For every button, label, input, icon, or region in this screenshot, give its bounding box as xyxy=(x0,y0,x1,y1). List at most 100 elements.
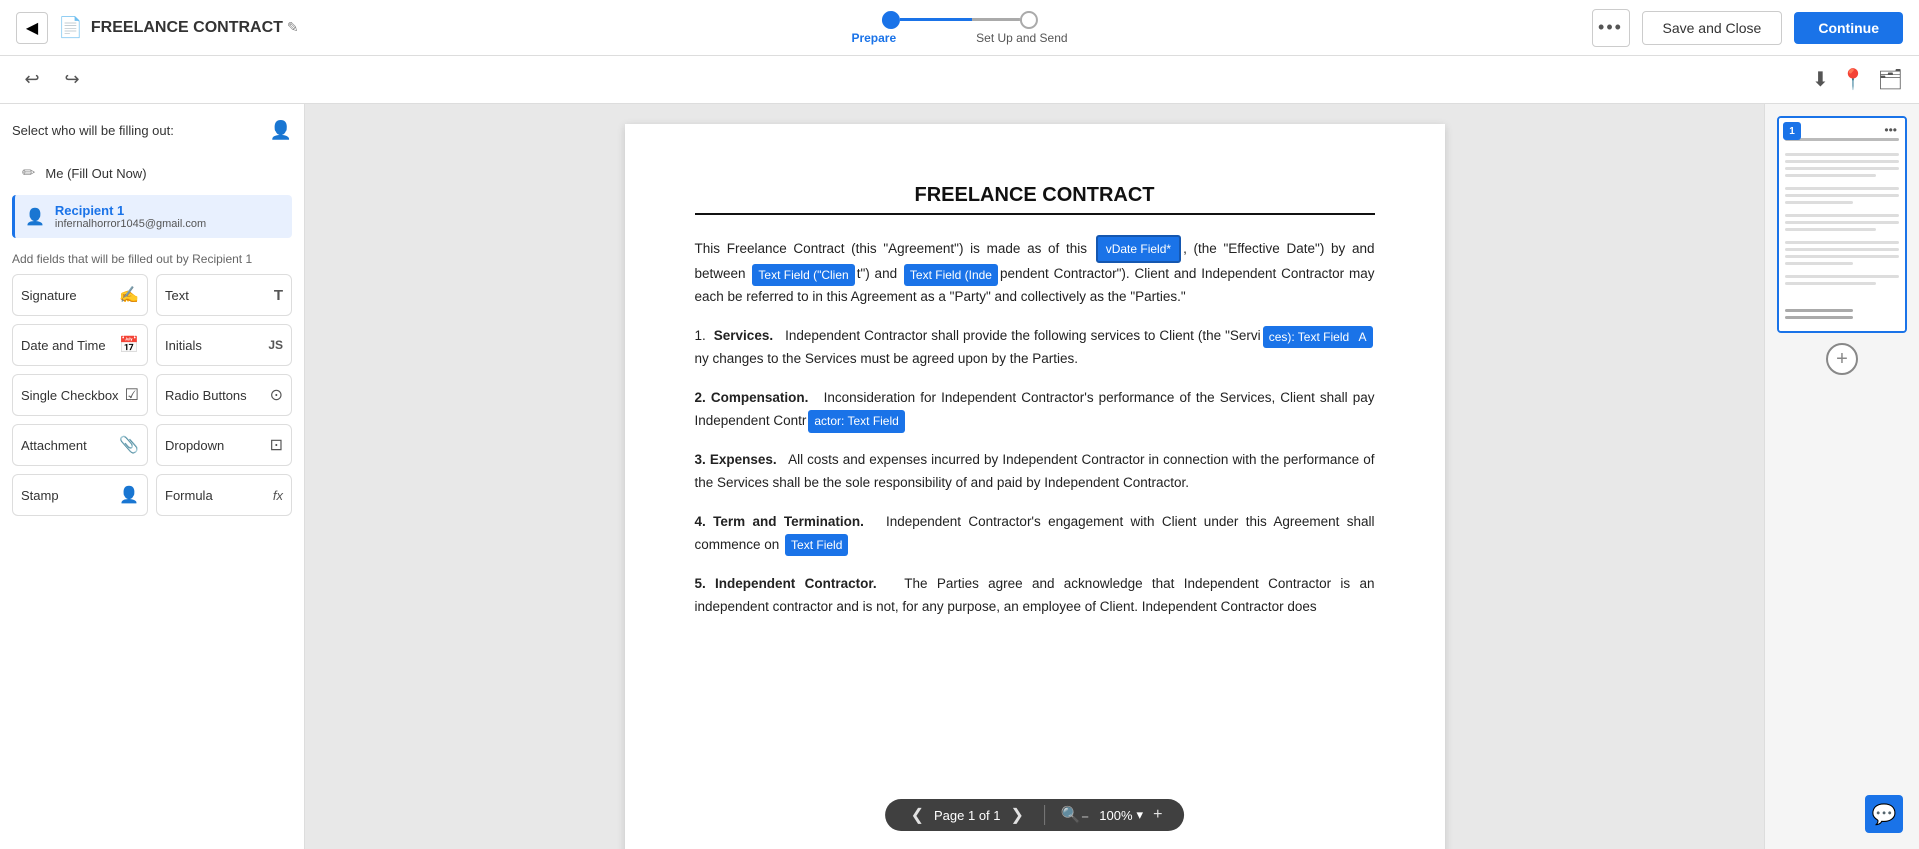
recipient-item[interactable]: 👤 Recipient 1 infernalhorror1045@gmail.c… xyxy=(12,195,292,238)
steps-labels: Prepare Set Up and Send xyxy=(851,31,1067,45)
thumbnail-preview xyxy=(1785,138,1898,323)
thumbnail-card[interactable]: 1 ••• xyxy=(1777,116,1907,333)
dropdown-icon: ⊡ xyxy=(270,435,283,455)
para-intro: This Freelance Contract (this "Agreement… xyxy=(695,235,1375,309)
select-who-icon[interactable]: 👤 xyxy=(270,120,292,141)
field-dropdown[interactable]: Dropdown ⊡ xyxy=(156,424,292,466)
toolbar2-right: ⬇ 📍 🗂 xyxy=(1812,67,1903,92)
radio-icon: ⊙ xyxy=(270,385,283,405)
add-page-button[interactable]: + xyxy=(1826,343,1858,375)
steps-row xyxy=(881,11,1037,29)
attachment-icon: 📎 xyxy=(119,435,139,455)
term-heading: 4. Term and Termination. xyxy=(695,514,864,529)
checkbox-icon: ☑ xyxy=(125,385,139,405)
para-independent: 5. Independent Contractor. The Parties a… xyxy=(695,573,1375,619)
fill-me-label: Me (Fill Out Now) xyxy=(45,166,146,181)
field-attachment[interactable]: Attachment 📎 xyxy=(12,424,148,466)
expenses-heading: 3. Expenses. xyxy=(695,452,777,467)
document-heading: FREELANCE CONTRACT xyxy=(695,184,1375,207)
date-field-1[interactable]: vDate Field* xyxy=(1096,235,1181,263)
zoom-in-button[interactable]: + xyxy=(1147,806,1168,824)
pages-icon[interactable]: 🗂 xyxy=(1878,67,1903,92)
save-close-button[interactable]: Save and Close xyxy=(1642,11,1783,45)
recipient-avatar-icon: 👤 xyxy=(25,207,45,227)
step-prepare-circle xyxy=(881,11,899,29)
document-area: FREELANCE CONTRACT This Freelance Contra… xyxy=(305,104,1764,849)
step-prepare-label[interactable]: Prepare xyxy=(851,31,896,45)
fill-option-me[interactable]: ✏ Me (Fill Out Now) xyxy=(12,155,292,191)
attachment-label: Attachment xyxy=(21,438,87,453)
topbar-right: ••• Save and Close Continue xyxy=(1592,9,1904,47)
signature-label: Signature xyxy=(21,288,77,303)
select-who-row: Select who will be filling out: 👤 xyxy=(12,120,292,141)
redo-button[interactable]: ↪ xyxy=(56,64,88,96)
prev-page-button[interactable]: ❮ xyxy=(901,805,934,825)
fields-grid: Signature ✍ Text T Date and Time 📅 Initi… xyxy=(12,274,292,516)
initials-icon: JS xyxy=(268,338,283,352)
para-compensation: 2. Compensation. Inconsideration for Ind… xyxy=(695,387,1375,433)
download-icon[interactable]: ⬇ xyxy=(1812,67,1829,92)
text-field-compensation[interactable]: actor: Text Field xyxy=(808,410,904,432)
steps-container: Prepare Set Up and Send xyxy=(851,11,1067,45)
formula-label: Formula xyxy=(165,488,213,503)
checkbox-label: Single Checkbox xyxy=(21,388,119,403)
initials-label: Initials xyxy=(165,338,202,353)
text-icon: T xyxy=(274,287,283,304)
stamp-icon: 👤 xyxy=(119,485,139,505)
field-checkbox[interactable]: Single Checkbox ☑ xyxy=(12,374,148,416)
formula-icon: fx xyxy=(273,488,283,503)
field-signature[interactable]: Signature ✍ xyxy=(12,274,148,316)
sidebar: Select who will be filling out: 👤 ✏ Me (… xyxy=(0,104,305,849)
independent-heading: 5. Independent Contractor. xyxy=(695,576,877,591)
back-icon: ◀ xyxy=(26,18,38,38)
pagination-separator xyxy=(1044,805,1045,825)
thumbnail-page-badge: 1 xyxy=(1783,122,1801,140)
dropdown-label: Dropdown xyxy=(165,438,224,453)
step-line xyxy=(899,18,1019,21)
more-options-button[interactable]: ••• xyxy=(1592,9,1630,47)
text-field-services[interactable]: ces): Text Field A xyxy=(1263,326,1373,348)
main-area: Select who will be filling out: 👤 ✏ Me (… xyxy=(0,104,1919,849)
text-field-term[interactable]: Text Field xyxy=(785,534,848,556)
thumbnail-more-button[interactable]: ••• xyxy=(1880,122,1901,138)
text-label: Text xyxy=(165,288,189,303)
text-field-contractor[interactable]: Text Field (Inde xyxy=(904,264,998,286)
services-heading: Services. xyxy=(714,328,773,343)
select-who-label: Select who will be filling out: xyxy=(12,123,174,138)
chat-icon-button[interactable]: 💬 xyxy=(1865,795,1903,833)
signature-icon: ✍ xyxy=(119,285,139,305)
document-icon: 📄 xyxy=(58,15,83,40)
radio-label: Radio Buttons xyxy=(165,388,247,403)
zoom-out-button[interactable]: 🔍₋ xyxy=(1055,805,1095,825)
calendar-icon: 📅 xyxy=(119,335,139,355)
stamp-label: Stamp xyxy=(21,488,59,503)
zoom-level-display[interactable]: 100% ▾ xyxy=(1095,807,1147,823)
text-field-client[interactable]: Text Field ("Clien xyxy=(752,264,854,286)
continue-button[interactable]: Continue xyxy=(1794,12,1903,44)
document-page: FREELANCE CONTRACT This Freelance Contra… xyxy=(625,124,1445,849)
step-send-circle xyxy=(1019,11,1037,29)
field-formula[interactable]: Formula fx xyxy=(156,474,292,516)
zoom-dropdown-icon: ▾ xyxy=(1137,807,1144,823)
edit-title-icon[interactable]: ✎ xyxy=(287,19,299,36)
thumbnail-image xyxy=(1779,118,1905,331)
step-send-label[interactable]: Set Up and Send xyxy=(976,31,1067,45)
back-button[interactable]: ◀ xyxy=(16,12,48,44)
recipient-email: infernalhorror1045@gmail.com xyxy=(55,218,206,230)
pencil-icon: ✏ xyxy=(22,163,35,183)
field-date-time[interactable]: Date and Time 📅 xyxy=(12,324,148,366)
location-icon[interactable]: 📍 xyxy=(1841,67,1866,92)
page-label: Page 1 of 1 xyxy=(934,808,1001,823)
undo-button[interactable]: ↩ xyxy=(16,64,48,96)
thumbnail-panel: 1 ••• xyxy=(1764,104,1919,849)
recipient-name: Recipient 1 xyxy=(55,203,206,218)
field-initials[interactable]: Initials JS xyxy=(156,324,292,366)
field-text[interactable]: Text T xyxy=(156,274,292,316)
pagination-bar: ❮ Page 1 of 1 ❯ 🔍₋ 100% ▾ + xyxy=(885,799,1185,831)
field-stamp[interactable]: Stamp 👤 xyxy=(12,474,148,516)
para-services: 1. Services. Independent Contractor shal… xyxy=(695,325,1375,371)
field-radio[interactable]: Radio Buttons ⊙ xyxy=(156,374,292,416)
recipient-info: Recipient 1 infernalhorror1045@gmail.com xyxy=(55,203,206,230)
toolbar2: ↩ ↪ ⬇ 📍 🗂 xyxy=(0,56,1919,104)
next-page-button[interactable]: ❯ xyxy=(1001,805,1034,825)
